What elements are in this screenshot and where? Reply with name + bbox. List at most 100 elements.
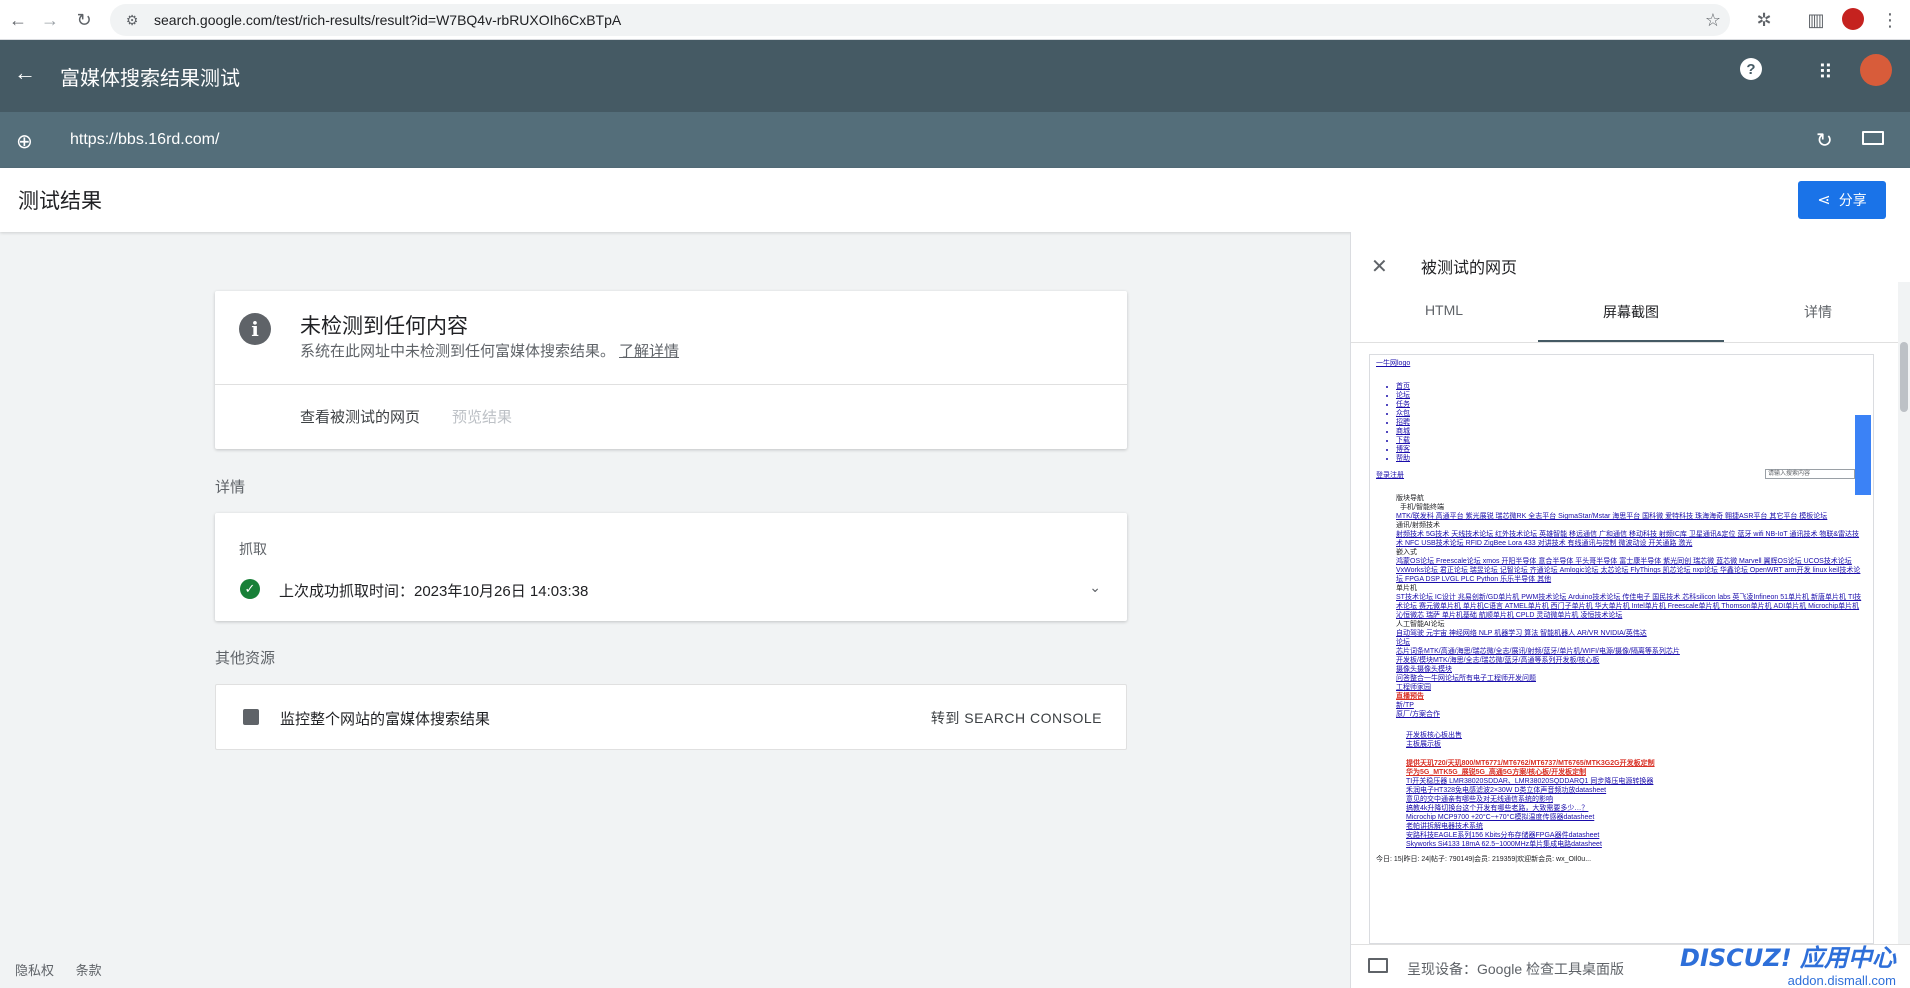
crawl-label: 抓取: [239, 541, 267, 557]
details-heading: 详情: [215, 479, 246, 496]
list-item: 直播预告: [1396, 693, 1424, 700]
back-icon[interactable]: ←: [2, 4, 34, 36]
section-text: 单片机: [1396, 585, 1417, 592]
device-text: 呈现设备：Google 检查工具桌面版: [1407, 961, 1625, 977]
list-item: 商城: [1396, 427, 1873, 436]
info-icon: i: [239, 313, 271, 345]
extensions-icon[interactable]: ✲: [1748, 4, 1780, 36]
browser-toolbar: ← → ↻ ⚙ search.google.com/test/rich-resu…: [0, 0, 1910, 40]
globe-icon: ⊕: [16, 131, 33, 153]
news-item: 老帕讲拆解电器技术系统: [1406, 823, 1483, 830]
news-item: 搞教4k升降切换台这个开发有哪些老路，大致需要多少…？: [1406, 805, 1589, 812]
section-text: 版块导航: [1396, 495, 1424, 502]
stats-text: 今日: 15|昨日: 24|帖子: 790149|会员: 219359|欢迎新会…: [1376, 856, 1592, 863]
close-icon[interactable]: ✕: [1371, 254, 1388, 279]
list-item: 芯片词条MTK/高通/海思/瑞芯微/全志/展讯/射频/蓝牙/单片机/WIFI/电…: [1396, 648, 1680, 655]
search-console-link[interactable]: 转到 SEARCH CONSOLE: [931, 708, 1102, 728]
list-item: 论坛: [1396, 391, 1873, 400]
back-arrow-icon[interactable]: ←: [14, 60, 36, 86]
news-item: 安路科技EAGLE系列156 Kbits分布存储器FPGA器件datasheet: [1406, 832, 1600, 839]
screenshot-search: 请输入搜索内容: [1765, 469, 1855, 479]
address-bar[interactable]: ⚙ search.google.com/test/rich-results/re…: [110, 4, 1730, 36]
address-url: search.google.com/test/rich-results/resu…: [154, 12, 622, 28]
list-item: 下载: [1396, 436, 1873, 445]
list-item: 任务: [1396, 400, 1873, 409]
profile-avatar[interactable]: [1842, 8, 1864, 30]
view-tested-page-button[interactable]: 查看被测试的网页: [300, 406, 420, 427]
watermark-logo: DISCUZ! 应用中心: [1680, 944, 1896, 972]
terms-link[interactable]: 条款: [76, 963, 102, 978]
watermark-url: addon.dismall.com: [1787, 973, 1896, 988]
news-item: Microchip MCP9700 +20°C~+70°C模拟温度传感器data…: [1406, 814, 1595, 821]
divider: [1351, 342, 1910, 343]
apps-grid-icon[interactable]: ⠿: [1818, 60, 1833, 85]
resources-card: 监控整个网站的富媒体搜索结果 转到 SEARCH CONSOLE: [215, 684, 1127, 750]
list-item: 开发板/模块MTK/海思/全志/瑞芯微/蓝牙/高通等系列开发板/核心板: [1396, 657, 1600, 664]
section-text: 通讯/射频技术: [1396, 522, 1440, 529]
share-icon: ⋖: [1817, 192, 1831, 209]
section-text: 射频技术 5G技术 天线技术论坛 红外技术论坛 英雄智能 移远通信 广和通信 移…: [1396, 531, 1860, 547]
crawl-card[interactable]: 抓取 ✓ 上次成功抓取时间：2023年10月26日 14:03:38 ⌄: [215, 513, 1127, 621]
share-button[interactable]: ⋖ 分享: [1798, 181, 1886, 219]
learn-more-link[interactable]: 了解详情: [619, 343, 679, 360]
list-item: 招聘: [1396, 418, 1873, 427]
retest-icon[interactable]: ↻: [1816, 128, 1833, 153]
section-text: 自动驾驶 元宇宙 神经网络 NLP 机器学习 算法 智能机器人 AR/VR NV…: [1396, 630, 1647, 637]
list-item: 众包: [1396, 409, 1873, 418]
list-item: 首页: [1396, 382, 1873, 391]
list-item: 原厂/方案合作: [1396, 711, 1440, 718]
panel-scrollbar[interactable]: [1898, 282, 1910, 982]
panel-title: 被测试的网页: [1421, 260, 1518, 277]
site-settings-icon[interactable]: ⚙: [122, 10, 142, 30]
desktop-device-icon[interactable]: [1862, 131, 1884, 145]
preview-results-button: 预览结果: [452, 409, 513, 426]
scroll-thumb[interactable]: [1900, 342, 1908, 412]
tab-html[interactable]: HTML: [1351, 302, 1537, 342]
app-title: 富媒体搜索结果测试: [60, 67, 240, 90]
tab-screenshot[interactable]: 屏幕截图: [1538, 302, 1724, 342]
list-item: 问答整合一牛网论坛所有电子工程师开发问题: [1396, 675, 1536, 682]
resources-heading: 其他资源: [215, 650, 276, 667]
screenshot-nav: 首页 论坛 任务 众包 招聘 商城 下载 博客 帮助: [1376, 382, 1873, 463]
help-icon[interactable]: ?: [1740, 58, 1762, 80]
share-label: 分享: [1838, 192, 1867, 208]
section-text: 鸿蒙OS论坛 Freescale论坛 xmos 开阳半导体 意合半导体 平头哥半…: [1396, 558, 1861, 583]
list-item: 新/TP: [1396, 702, 1414, 709]
tested-page-panel: ✕ 被测试的网页 HTML 屏幕截图 详情 一牛网logo 首页 论坛 任务 众…: [1350, 232, 1910, 988]
news-item: TI开关稳压器 LMR38020SDDAR、LMR38020SQDDARQ1 同…: [1406, 778, 1654, 785]
footer: 隐私权 条款: [15, 960, 120, 979]
reload-icon[interactable]: ↻: [68, 4, 100, 36]
page-screenshot: 一牛网logo 首页 论坛 任务 众包 招聘 商城 下载 博客 帮助 登录注册 …: [1369, 354, 1874, 944]
crawl-status: 上次成功抓取时间：2023年10月26日 14:03:38: [279, 583, 589, 600]
app-header: ← 富媒体搜索结果测试 ? ⠿: [0, 40, 1910, 112]
notice-subtitle: 系统在此网址中未检测到任何富媒体搜索结果。 了解详情: [300, 340, 679, 361]
side-panel-icon[interactable]: ▥: [1800, 4, 1832, 36]
monitor-text: 监控整个网站的富媒体搜索结果: [280, 711, 491, 728]
tab-details[interactable]: 详情: [1725, 302, 1910, 342]
tested-url: https://bbs.16rd.com/: [70, 131, 220, 148]
news-item: 提供天玑720/天玑800/MT6771/MT6762/MT6737/MT676…: [1406, 760, 1655, 767]
monitor-icon: [1368, 958, 1388, 973]
list-item: 帮助: [1396, 454, 1873, 463]
chevron-down-icon[interactable]: ⌄: [1089, 579, 1101, 596]
list-item: 摄像头摄像头模块: [1396, 666, 1452, 673]
forward-icon[interactable]: →: [34, 4, 66, 36]
section-text: MTK/联发科 高通平台 紫光展锐 瑞芯微RK 全志平台 SigmaStar/M…: [1396, 513, 1828, 520]
notice-title: 未检测到任何内容: [300, 315, 468, 338]
bookmark-star-icon[interactable]: ☆: [1697, 4, 1729, 36]
privacy-link[interactable]: 隐私权: [15, 963, 54, 978]
image-link: 主板展示板: [1406, 741, 1441, 748]
section-text: ST技术论坛 IC设计 兆易创新/GD单片机 PWM技术论坛 Arduino技术…: [1396, 594, 1862, 619]
screenshot-scrollbar: [1855, 415, 1871, 495]
list-item: 论坛: [1396, 639, 1410, 646]
news-item: Skyworks Si4133 18mA 62.5~1000MHz单片集成电路d…: [1406, 841, 1602, 848]
check-circle-icon: ✓: [240, 579, 260, 599]
menu-dots-icon[interactable]: ⋮: [1874, 4, 1906, 36]
account-avatar[interactable]: [1860, 54, 1892, 86]
section-text: 人工智能AI论坛: [1396, 621, 1445, 628]
notice-subtitle-text: 系统在此网址中未检测到任何富媒体搜索结果。: [300, 343, 616, 360]
bar-chart-icon: [243, 709, 259, 725]
news-item: 禾润电子HT328免电感滤波2×30W D类立体声音频功放datasheet: [1406, 787, 1607, 794]
search-placeholder: 请输入搜索内容: [1768, 471, 1811, 477]
watermark: DISCUZ! 应用中心 addon.dismall.com: [1680, 938, 1896, 988]
